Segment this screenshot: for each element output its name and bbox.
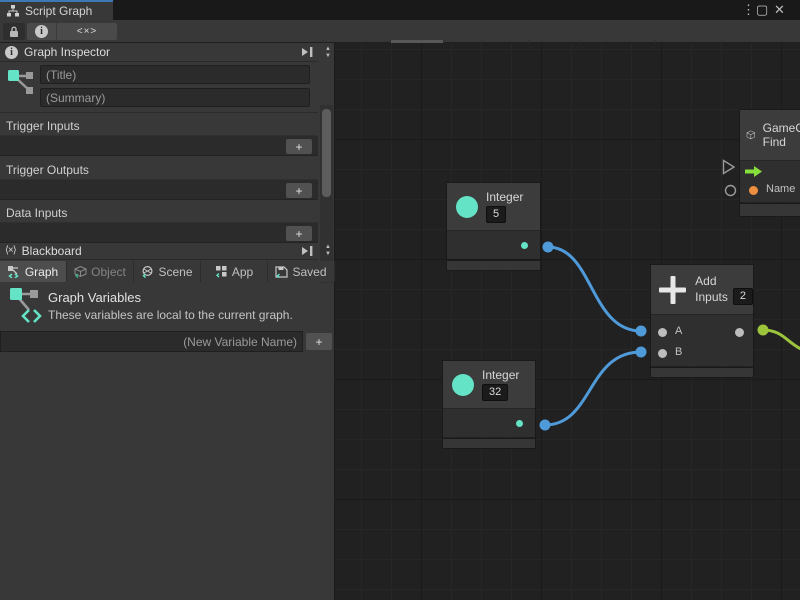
close-icon[interactable]: ✕	[774, 2, 785, 18]
wire-endpoint[interactable]	[636, 326, 647, 337]
tab-script-graph[interactable]: Script Graph	[0, 0, 113, 20]
blackboard-icon: ⟨×⟩	[5, 245, 16, 256]
graph-variables-title: Graph Variables	[48, 290, 141, 305]
window-tab-bar: Script Graph ⋮ ▢ ✕	[0, 0, 800, 20]
lock-button[interactable]	[3, 23, 25, 40]
tab-title: Script Graph	[25, 4, 92, 18]
tab-saved[interactable]: Saved	[268, 261, 335, 282]
scrollbar-thumb[interactable]	[322, 109, 331, 197]
window-menu-icon[interactable]: ⋮	[742, 2, 755, 18]
trigger-inputs-list: +	[0, 135, 318, 156]
scroll-down-icon[interactable]: ▼	[325, 53, 331, 59]
graph-canvas[interactable]: Integer 5 Integer 32	[335, 43, 800, 600]
blackboard-title: Blackboard	[22, 244, 82, 258]
popout-icon[interactable]	[301, 246, 314, 256]
section-trigger-outputs: Trigger Outputs	[6, 163, 89, 177]
code-view-button[interactable]: <×>	[57, 23, 117, 40]
new-variable-placeholder: (New Variable Name)	[183, 335, 297, 349]
tab-object[interactable]: Object	[67, 261, 134, 282]
info-button[interactable]: i	[27, 23, 57, 40]
app-tab-icon	[215, 266, 228, 278]
add-trigger-output-button[interactable]: +	[286, 183, 312, 198]
wire-endpoint[interactable]	[636, 347, 647, 358]
wire-endpoint[interactable]	[543, 242, 554, 253]
graph-title-input[interactable]: (Title)	[40, 65, 310, 84]
graph-variables-icon	[10, 288, 42, 324]
wire-int5-to-a[interactable]	[548, 247, 641, 331]
add-trigger-input-button[interactable]: +	[286, 139, 312, 154]
graph-node-icon	[8, 69, 36, 99]
graph-inspector-title: Graph Inspector	[24, 45, 110, 59]
blackboard-tab-bar: Graph Object Scene	[0, 261, 335, 282]
graph-toolbar: i <×> ScriptGraph Zoom 1x Relations Valu…	[0, 20, 800, 43]
scroll-up-icon[interactable]: ▲	[325, 46, 331, 52]
tab-app[interactable]: App	[201, 261, 268, 282]
scroll-up-icon[interactable]: ▲	[325, 244, 331, 250]
blackboard-header: ⟨×⟩ Blackboard	[0, 241, 318, 260]
tab-scene[interactable]: Scene	[134, 261, 201, 282]
wire-layer	[335, 43, 800, 600]
add-variable-button[interactable]: +	[306, 333, 332, 350]
graph-summary-placeholder: (Summary)	[46, 91, 105, 105]
lock-icon	[9, 26, 19, 37]
graph-inspector-header: i Graph Inspector	[0, 43, 318, 62]
section-data-inputs: Data Inputs	[6, 206, 67, 220]
tab-graph[interactable]: Graph	[0, 261, 67, 282]
new-variable-input[interactable]: (New Variable Name)	[0, 331, 303, 352]
section-trigger-inputs: Trigger Inputs	[6, 119, 80, 133]
code-icon: <×>	[77, 26, 98, 37]
popout-icon[interactable]	[301, 47, 314, 57]
side-panel: i Graph Inspector ▲ ▼ (Title) (Summary) …	[0, 43, 335, 600]
scroll-down-icon[interactable]: ▼	[325, 251, 331, 257]
graph-title-placeholder: (Title)	[46, 68, 76, 82]
wire-endpoint[interactable]	[758, 325, 769, 336]
panel-scroll-arrows[interactable]: ▲ ▼	[325, 46, 331, 59]
scene-tab-icon	[141, 266, 154, 278]
saved-tab-icon	[275, 266, 288, 278]
graph-tab-icon	[8, 266, 21, 278]
graph-variables-description: These variables are local to the current…	[48, 308, 293, 322]
maximize-icon[interactable]: ▢	[756, 2, 768, 18]
object-tab-icon	[74, 266, 87, 278]
add-data-input-button[interactable]: +	[286, 226, 312, 241]
wire-add-output[interactable]	[763, 330, 800, 350]
trigger-outputs-list: +	[0, 179, 318, 200]
graph-summary-input[interactable]: (Summary)	[40, 88, 310, 107]
info-icon: i	[35, 25, 48, 38]
script-graph-tab-icon	[7, 5, 19, 17]
info-icon: i	[5, 46, 18, 59]
wire-endpoint[interactable]	[540, 420, 551, 431]
data-inputs-list: +	[0, 222, 318, 243]
wire-int32-to-b[interactable]	[545, 352, 641, 425]
blackboard-scroll-arrows[interactable]: ▲ ▼	[325, 244, 331, 257]
